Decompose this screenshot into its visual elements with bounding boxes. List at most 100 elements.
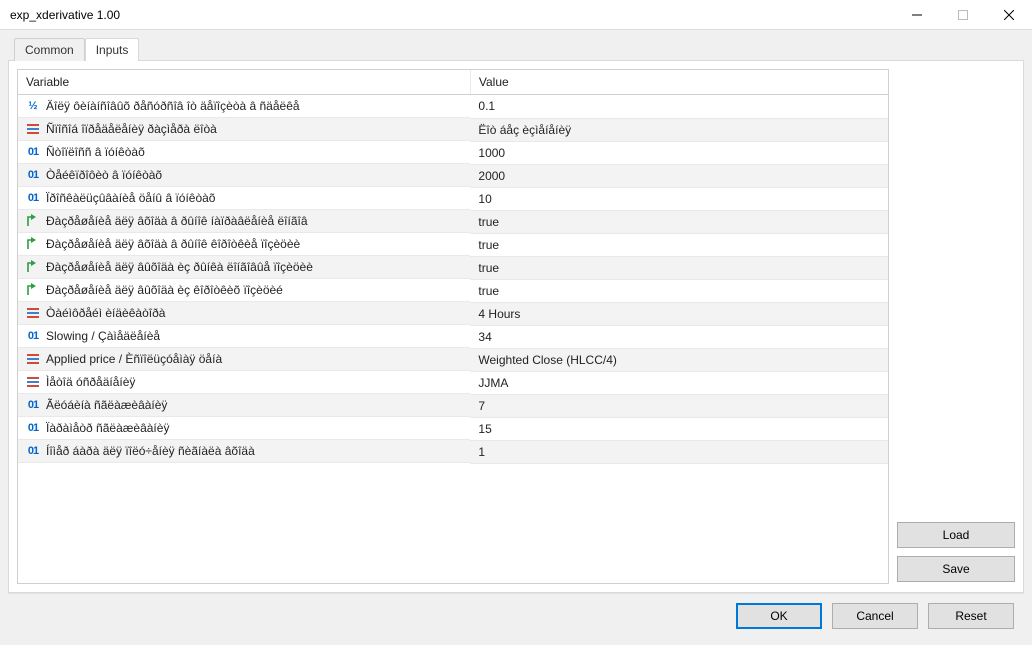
variable-label: Ãëóáèíà ñãëàæèâàíèÿ xyxy=(46,398,167,412)
load-button[interactable]: Load xyxy=(897,522,1015,548)
table-row[interactable]: 01 Ãëóáèíà ñãëàæèâàíèÿ 7 xyxy=(18,394,888,417)
inputs-table-container: Variable Value ½ Äîëÿ ôèíàíñîâûõ ðåñóðñîâ… xyxy=(17,69,889,584)
table-row[interactable]: Ðàçðåøåíèå äëÿ âûõîäà èç ðûíêà ëîíãîâûå … xyxy=(18,256,888,279)
titlebar: exp_xderivative 1.00 xyxy=(0,0,1032,30)
table-row[interactable]: Ñïîñîá îïðåäåëåíèÿ ðàçìåðà ëîòà Ëîò áåç è… xyxy=(18,118,888,141)
dialog-footer: OK Cancel Reset xyxy=(8,593,1024,637)
stack-icon xyxy=(26,375,40,389)
table-row[interactable]: Ðàçðåøåíèå äëÿ âõîäà â ðûíîê íàïðàâëåíèå… xyxy=(18,210,888,233)
variable-label: Íîìåð áàðà äëÿ ïîëó÷åíèÿ ñèãíàëà âõîäà xyxy=(46,444,255,458)
variable-cell[interactable]: Òàéìôðåéì èíäèêàòîðà xyxy=(18,302,470,325)
variable-cell[interactable]: 01 Ñòîïëîññ â ïóíêòàõ xyxy=(18,141,470,164)
value-cell[interactable]: true xyxy=(470,279,888,302)
col-variable[interactable]: Variable xyxy=(18,70,470,95)
variable-cell[interactable]: 01 Íîìåð áàðà äëÿ ïîëó÷åíèÿ ñèãíàëà âõîäà xyxy=(18,440,470,463)
variable-label: Òàéìôðåéì èíäèêàòîðà xyxy=(46,306,165,320)
variable-label: Ïðîñêàëüçûâàíèå öåíû â ïóíêòàõ xyxy=(46,191,215,205)
tab-strip: Common Inputs xyxy=(8,36,1024,60)
variable-label: Ðàçðåøåíèå äëÿ âûõîäà èç ðûíêà ëîíãîâûå … xyxy=(46,260,313,274)
value-cell[interactable]: 1000 xyxy=(470,141,888,164)
table-row[interactable]: 01Òåéêïðîôèò â ïóíêòàõ2000 xyxy=(18,164,888,187)
table-row[interactable]: 01 Íîìåð áàðà äëÿ ïîëó÷åíèÿ ñèãíàëà âõîäà… xyxy=(18,440,888,463)
arrow-icon xyxy=(26,283,40,297)
table-row[interactable]: 01 Slowing / Çàìåäëåíèå 34 xyxy=(18,325,888,348)
variable-label: Ìåòîä óñðåäíåíèÿ xyxy=(46,375,135,389)
side-buttons: Load Save xyxy=(897,69,1015,584)
variable-label: Slowing / Çàìåäëåíèå xyxy=(46,329,160,343)
ok-button[interactable]: OK xyxy=(736,603,822,629)
value-cell[interactable]: 1 xyxy=(470,440,888,463)
arrow-icon xyxy=(26,237,40,251)
variable-label: Ðàçðåøåíèå äëÿ âõîäà â ðûíîê êîðîòêèå ïî… xyxy=(46,237,300,251)
cancel-button[interactable]: Cancel xyxy=(832,603,918,629)
value-cell[interactable]: Ëîò áåç èçìåíåíèÿ xyxy=(470,118,888,141)
half-icon: ½ xyxy=(26,99,40,113)
num-icon: 01 xyxy=(26,329,40,343)
table-row[interactable]: Ðàçðåøåíèå äëÿ âûõîäà èç êîðîòêèõ ïîçèöè… xyxy=(18,279,888,302)
variable-cell[interactable]: 01 Ãëóáèíà ñãëàæèâàíèÿ xyxy=(18,394,470,417)
table-row[interactable]: Applied price / Èñïîëüçóåìàÿ öåíà Weighte… xyxy=(18,348,888,371)
variable-cell[interactable]: Ìåòîä óñðåäíåíèÿ xyxy=(18,371,470,394)
variable-label: Ðàçðåøåíèå äëÿ âûõîäà èç êîðîòêèõ ïîçèöè… xyxy=(46,283,283,297)
reset-button[interactable]: Reset xyxy=(928,603,1014,629)
save-button[interactable]: Save xyxy=(897,556,1015,582)
variable-label: Äîëÿ ôèíàíñîâûõ ðåñóðñîâ îò äåïîçèòà â ñ… xyxy=(46,99,300,113)
num-icon: 01 xyxy=(26,168,40,182)
value-cell[interactable]: Weighted Close (HLCC/4) xyxy=(470,348,888,371)
variable-cell[interactable]: 01 Ïðîñêàëüçûâàíèå öåíû â ïóíêòàõ xyxy=(18,187,470,210)
table-row[interactable]: Ðàçðåøåíèå äëÿ âõîäà â ðûíîê êîðîòêèå ïî… xyxy=(18,233,888,256)
table-row[interactable]: 01 Ïðîñêàëüçûâàíèå öåíû â ïóíêòàõ 10 xyxy=(18,187,888,210)
window-buttons xyxy=(894,0,1032,29)
value-cell[interactable]: 10 xyxy=(470,187,888,210)
table-row[interactable]: ½ Äîëÿ ôèíàíñîâûõ ðåñóðñîâ îò äåïîçèòà â … xyxy=(18,95,888,119)
variable-cell[interactable]: 01Òåéêïðîôèò â ïóíêòàõ xyxy=(18,164,470,187)
value-cell[interactable]: 7 xyxy=(470,394,888,417)
num-icon: 01 xyxy=(26,421,40,435)
value-cell[interactable]: 0.1 xyxy=(470,95,888,119)
tab-inputs[interactable]: Inputs xyxy=(85,38,140,61)
arrow-icon xyxy=(26,260,40,274)
table-row[interactable]: Òàéìôðåéì èíäèêàòîðà 4 Hours xyxy=(18,302,888,325)
variable-label: Applied price / Èñïîëüçóåìàÿ öåíà xyxy=(46,352,222,366)
variable-cell[interactable]: ½ Äîëÿ ôèíàíñîâûõ ðåñóðñîâ îò äåïîçèòà â … xyxy=(18,95,470,118)
table-row[interactable]: 01 Ïàðàìåòð ñãëàæèâàíèÿ 15 xyxy=(18,417,888,440)
stack-icon xyxy=(26,352,40,366)
variable-cell[interactable]: Ðàçðåøåíèå äëÿ âûõîäà èç êîðîòêèõ ïîçèöè… xyxy=(18,279,470,302)
value-cell[interactable]: JJMA xyxy=(470,371,888,394)
value-cell[interactable]: 2000 xyxy=(470,164,888,187)
variable-label: Ñïîñîá îïðåäåëåíèÿ ðàçìåðà ëîòà xyxy=(46,122,217,136)
minimize-button[interactable] xyxy=(894,0,940,29)
value-cell[interactable]: 4 Hours xyxy=(470,302,888,325)
variable-cell[interactable]: Ðàçðåøåíèå äëÿ âûõîäà èç ðûíêà ëîíãîâûå … xyxy=(18,256,470,279)
value-cell[interactable]: true xyxy=(470,210,888,233)
num-icon: 01 xyxy=(26,145,40,159)
arrow-icon xyxy=(26,214,40,228)
num-icon: 01 xyxy=(26,444,40,458)
tab-common[interactable]: Common xyxy=(14,38,85,61)
num-icon: 01 xyxy=(26,191,40,205)
value-cell[interactable]: 15 xyxy=(470,417,888,440)
maximize-button xyxy=(940,0,986,29)
table-header-row: Variable Value xyxy=(18,70,888,95)
value-cell[interactable]: true xyxy=(470,256,888,279)
value-cell[interactable]: true xyxy=(470,233,888,256)
variable-label: Ïàðàìåòð ñãëàæèâàíèÿ xyxy=(46,421,169,435)
variable-cell[interactable]: Ñïîñîá îïðåäåëåíèÿ ðàçìåðà ëîòà xyxy=(18,118,470,141)
window-title: exp_xderivative 1.00 xyxy=(10,8,894,22)
num-icon: 01 xyxy=(26,398,40,412)
variable-label: Ñòîïëîññ â ïóíêòàõ xyxy=(46,145,145,159)
col-value[interactable]: Value xyxy=(470,70,888,95)
stack-icon xyxy=(26,306,40,320)
table-row[interactable]: Ìåòîä óñðåäíåíèÿ JJMA xyxy=(18,371,888,394)
value-cell[interactable]: 34 xyxy=(470,325,888,348)
content-area: Common Inputs Variable Value ½ Äîëÿ ôèíàí… xyxy=(0,30,1032,645)
inputs-table[interactable]: Variable Value ½ Äîëÿ ôèíàíñîâûõ ðåñóðñîâ… xyxy=(18,70,888,464)
variable-cell[interactable]: Ðàçðåøåíèå äëÿ âõîäà â ðûíîê íàïðàâëåíèå… xyxy=(18,210,470,233)
variable-label: Ðàçðåøåíèå äëÿ âõîäà â ðûíîê íàïðàâëåíèå… xyxy=(46,214,308,228)
variable-cell[interactable]: Applied price / Èñïîëüçóåìàÿ öåíà xyxy=(18,348,470,371)
variable-cell[interactable]: 01 Slowing / Çàìåäëåíèå xyxy=(18,325,470,348)
close-button[interactable] xyxy=(986,0,1032,29)
variable-cell[interactable]: 01 Ïàðàìåòð ñãëàæèâàíèÿ xyxy=(18,417,470,440)
variable-cell[interactable]: Ðàçðåøåíèå äëÿ âõîäà â ðûíîê êîðîòêèå ïî… xyxy=(18,233,470,256)
table-row[interactable]: 01 Ñòîïëîññ â ïóíêòàõ 1000 xyxy=(18,141,888,164)
